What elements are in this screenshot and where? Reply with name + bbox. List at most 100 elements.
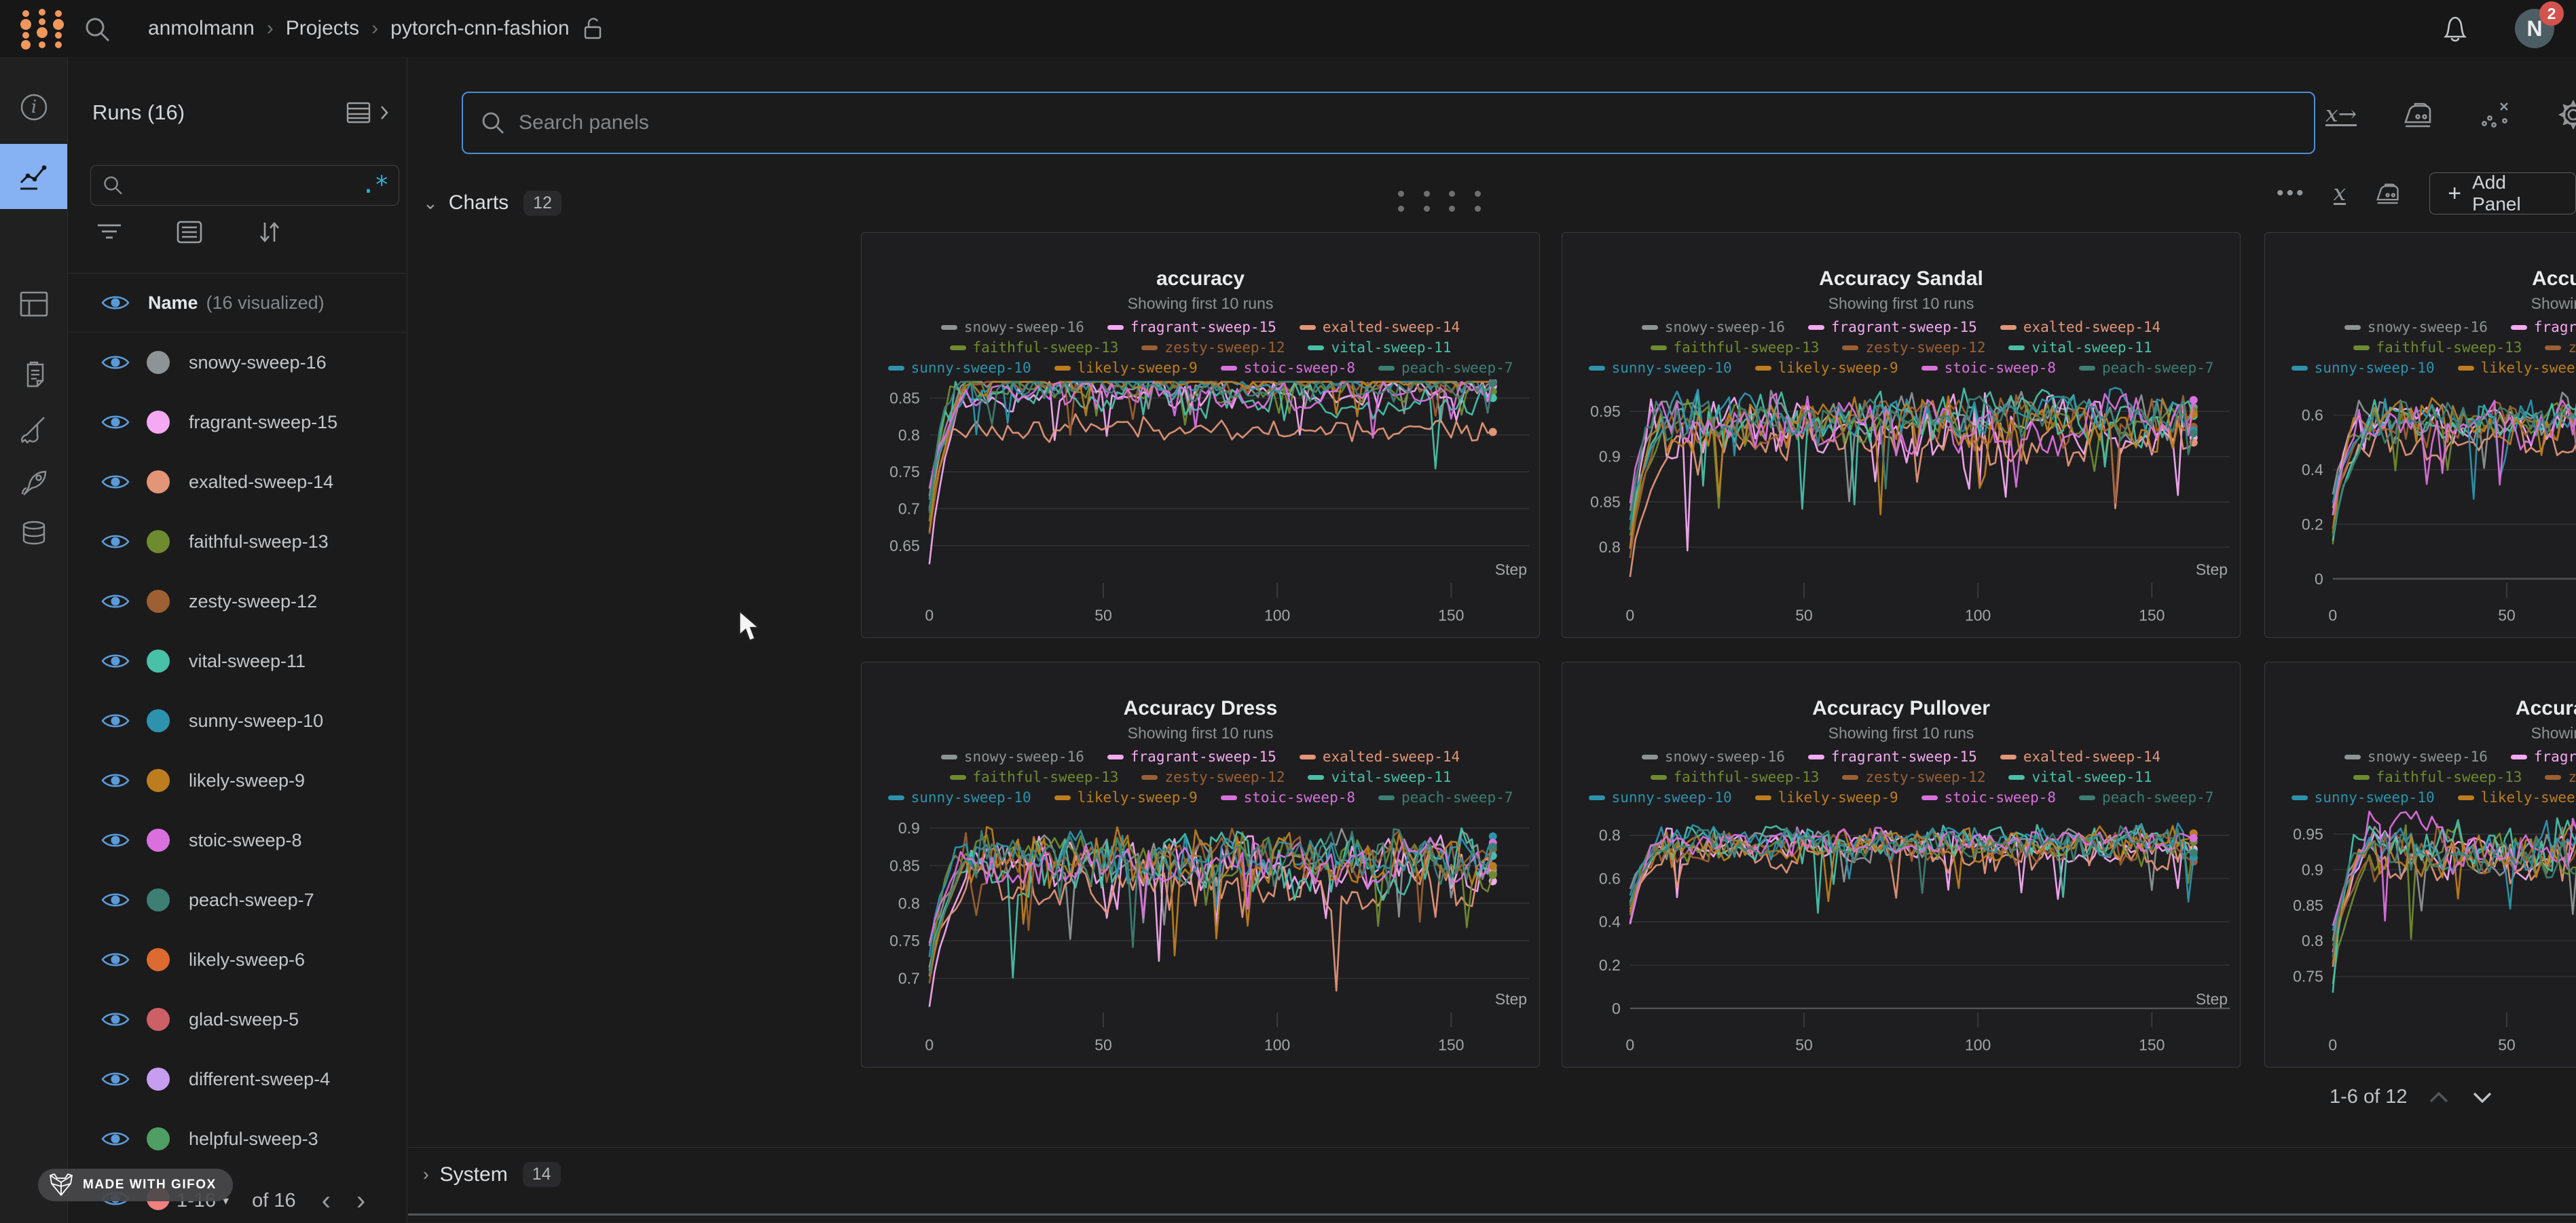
filter-icon[interactable] [95,220,124,244]
legend-item[interactable]: snowy-sweep-16 [1642,317,1785,337]
run-name[interactable]: helpful-sweep-3 [189,1129,318,1150]
outliers-icon[interactable] [2479,98,2513,132]
legend-item[interactable]: fragrant-sweep-15 [2511,747,2576,767]
legend-item[interactable]: vital-sweep-11 [1308,767,1451,787]
chart-plot[interactable]: 0.70.750.80.850.9050100150Step [862,809,1539,1068]
run-name[interactable]: likely-sweep-9 [189,770,305,791]
system-section-header[interactable]: › System 14 [423,1162,561,1187]
visibility-eye-icon[interactable] [100,591,130,612]
legend-item[interactable]: fragrant-sweep-15 [2511,317,2576,337]
chart-plot[interactable]: 0.650.70.750.80.85050100150Step [862,379,1539,638]
run-row[interactable]: fragrant-sweep-15 [68,392,407,452]
notifications-bell-icon[interactable] [2439,12,2471,45]
legend-item[interactable]: snowy-sweep-16 [941,317,1084,337]
legend-item[interactable]: zesty-sweep-12 [2545,337,2576,358]
run-row[interactable]: faithful-sweep-13 [68,512,407,571]
legend-item[interactable]: sunny-sweep-10 [888,358,1031,378]
legend-item[interactable]: peach-sweep-7 [1378,358,1513,378]
visibility-eye-icon[interactable] [100,412,130,432]
breadcrumb-item[interactable]: Projects [286,17,359,40]
run-name[interactable]: vital-sweep-11 [189,651,306,672]
section-smoothing-icon[interactable] [2373,180,2402,207]
legend-item[interactable]: fragrant-sweep-15 [1107,317,1276,337]
visibility-eye-icon[interactable] [100,830,130,850]
legend-item[interactable]: zesty-sweep-12 [1141,337,1285,358]
legend-item[interactable]: faithful-sweep-13 [1651,337,1820,358]
chart-plot[interactable]: 00.20.40.6050100150Step [2265,379,2576,638]
rail-workspace-charts-icon[interactable] [0,144,67,209]
chart-panel[interactable]: Accuracy SneakerShowing first 10 runssno… [2264,662,2576,1068]
legend-item[interactable]: fragrant-sweep-15 [1808,317,1977,337]
legend-item[interactable]: exalted-sweep-14 [2000,317,2160,337]
run-name[interactable]: glad-sweep-5 [189,1009,299,1030]
run-row[interactable]: snowy-sweep-16 [68,333,407,392]
regex-toggle[interactable]: .* [361,178,388,192]
legend-item[interactable]: likely-sweep-9 [1054,787,1198,808]
system-expand-chevron-icon[interactable]: › [423,1164,429,1185]
chart-panel[interactable]: accuracyShowing first 10 runssnowy-sweep… [861,232,1540,638]
run-row[interactable]: glad-sweep-5 [68,990,407,1049]
legend-item[interactable]: faithful-sweep-13 [2353,767,2522,787]
legend-item[interactable]: exalted-sweep-14 [2000,747,2160,767]
legend-item[interactable]: faithful-sweep-13 [950,337,1119,358]
run-row[interactable]: helpful-sweep-3 [68,1109,407,1169]
breadcrumb-item[interactable]: pytorch-cnn-fashion [390,17,569,40]
legend-item[interactable]: sunny-sweep-10 [1589,358,1732,378]
legend-item[interactable]: likely-sweep-9 [1755,787,1898,808]
legend-item[interactable]: zesty-sweep-12 [2545,767,2576,787]
legend-item[interactable]: exalted-sweep-14 [1300,747,1460,767]
rail-info-icon[interactable]: i [0,75,67,140]
legend-item[interactable]: sunny-sweep-10 [1589,787,1732,808]
run-name[interactable]: snowy-sweep-16 [189,352,327,373]
legend-item[interactable]: likely-sweep-9 [2458,787,2576,808]
group-icon[interactable] [175,219,204,245]
run-row[interactable]: stoic-sweep-8 [68,810,407,870]
visibility-eye-icon[interactable] [100,472,130,492]
x-axis-settings-icon[interactable]: x→ [2325,104,2357,126]
legend-item[interactable]: stoic-sweep-8 [1921,787,2056,808]
run-search-input[interactable] [134,175,361,196]
run-name[interactable]: likely-sweep-6 [189,949,305,971]
visibility-eye-icon[interactable] [100,531,130,552]
legend-item[interactable]: sunny-sweep-10 [2292,787,2435,808]
chart-plot[interactable]: 0.80.850.90.95050100150Step [1562,379,2240,638]
legend-item[interactable]: zesty-sweep-12 [1842,337,1985,358]
legend-item[interactable]: sunny-sweep-10 [888,787,1031,808]
legend-item[interactable]: fragrant-sweep-15 [1808,747,1977,767]
global-search-icon[interactable] [83,15,113,45]
visibility-eye-icon[interactable] [100,352,130,373]
run-row[interactable]: different-sweep-4 [68,1049,407,1109]
run-search-box[interactable]: .* [90,165,399,206]
legend-item[interactable]: likely-sweep-9 [2458,358,2576,378]
legend-item[interactable]: fragrant-sweep-15 [1107,747,1276,767]
legend-item[interactable]: stoic-sweep-8 [1221,787,1355,808]
chart-plot[interactable]: 00.20.40.60.8050100150Step [1562,809,2240,1068]
legend-item[interactable]: vital-sweep-11 [1308,337,1451,358]
legend-item[interactable]: likely-sweep-9 [1755,358,1898,378]
legend-item[interactable]: stoic-sweep-8 [1921,358,2056,378]
legend-item[interactable]: vital-sweep-11 [2008,767,2152,787]
rail-table-icon[interactable] [0,271,67,337]
legend-item[interactable]: peach-sweep-7 [2079,787,2213,808]
visibility-eye-icon[interactable] [100,949,130,970]
run-name[interactable]: zesty-sweep-12 [189,591,317,612]
run-row[interactable]: exalted-sweep-14 [68,452,407,512]
run-name[interactable]: peach-sweep-7 [189,890,314,911]
run-name[interactable]: different-sweep-4 [189,1069,330,1090]
chart-panel[interactable]: Accuracy PulloverShowing first 10 runssn… [1562,662,2241,1068]
panel-search-input[interactable] [519,111,2298,134]
chart-panel[interactable]: Accuracy SandalShowing first 10 runssnow… [1562,232,2241,638]
legend-item[interactable]: faithful-sweep-13 [1651,767,1820,787]
legend-item[interactable]: snowy-sweep-16 [1642,747,1785,767]
run-name[interactable]: stoic-sweep-8 [189,830,302,851]
run-name[interactable]: exalted-sweep-14 [189,472,333,493]
legend-item[interactable]: snowy-sweep-16 [2344,747,2488,767]
run-row[interactable]: vital-sweep-11 [68,631,407,691]
charts-more-menu[interactable]: ••• [2277,182,2306,205]
charts-collapse-chevron-icon[interactable]: ⌄ [423,193,438,214]
run-name[interactable]: fragrant-sweep-15 [189,412,337,433]
legend-item[interactable]: sunny-sweep-10 [2292,358,2435,378]
run-name[interactable]: sunny-sweep-10 [189,711,323,732]
legend-item[interactable]: exalted-sweep-14 [1300,317,1460,337]
visibility-eye-icon[interactable] [100,711,130,731]
